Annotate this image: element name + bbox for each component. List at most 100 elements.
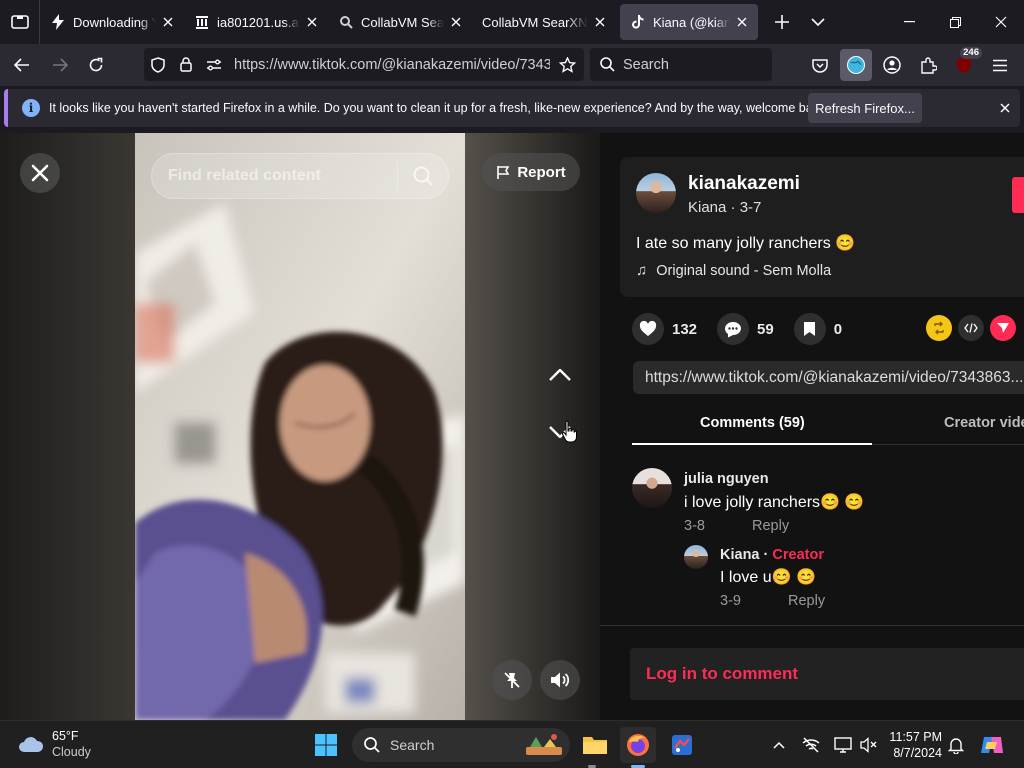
previous-video-chevron-up-icon[interactable]: [540, 355, 580, 395]
account-icon[interactable]: [876, 49, 908, 81]
commenter-avatar[interactable]: [632, 468, 672, 508]
tab-searx[interactable]: CollabVM SearX: [328, 4, 472, 40]
display-icon[interactable]: [831, 733, 855, 757]
tracking-shield-icon[interactable]: [144, 48, 172, 81]
ublock-icon[interactable]: 246: [948, 47, 982, 81]
meta-separator: ·: [726, 199, 740, 216]
find-related-placeholder: Find related content: [168, 167, 321, 184]
save-button[interactable]: 0: [793, 313, 843, 345]
tab-strip: Downloading YT ia801201.us.arch CollabVM…: [0, 0, 1024, 44]
reply-button[interactable]: Reply: [788, 593, 825, 609]
commenter-name[interactable]: julia nguyen: [684, 471, 769, 487]
minimize-icon[interactable]: [886, 0, 932, 44]
tab-archive[interactable]: ia801201.us.arch: [184, 4, 328, 40]
action-bar: 132 59 0: [632, 313, 862, 345]
comment-button[interactable]: 59: [717, 313, 774, 345]
list-all-tabs-button[interactable]: [800, 4, 836, 40]
url-text: https://www.tiktok.com/@kianakazemi/vide…: [234, 56, 550, 73]
tab-title: Kiana (@kianakazemi: [653, 14, 730, 30]
url-bar[interactable]: https://www.tiktok.com/@kianakazemi/vide…: [144, 48, 584, 81]
video-player[interactable]: [135, 133, 465, 720]
show-hidden-icons-chevron-icon[interactable]: [767, 733, 791, 757]
tab-title: ia801201.us.arch: [217, 14, 300, 30]
login-to-comment-button[interactable]: Log in to comment: [630, 648, 1024, 700]
close-window-icon[interactable]: [978, 0, 1024, 44]
reply-avatar[interactable]: [684, 545, 708, 569]
floating-player-button[interactable]: [492, 660, 532, 700]
active-tab-underline: [632, 443, 872, 445]
reply-author-separator: ·: [759, 547, 773, 563]
copy-link-field[interactable]: https://www.tiktok.com/@kianakazemi/vide…: [633, 361, 1024, 394]
tab-creator-videos[interactable]: Creator videos: [944, 415, 1024, 431]
reply-button[interactable]: Reply: [752, 518, 789, 534]
save-count: 0: [833, 320, 843, 338]
extensions-puzzle-icon[interactable]: [912, 49, 944, 81]
close-tab-icon[interactable]: [160, 14, 176, 30]
comment-tabs: Comments (59) Creator videos: [632, 407, 1024, 445]
refresh-firefox-button[interactable]: Refresh Firefox...: [808, 93, 922, 123]
tab-searxng[interactable]: CollabVM SearXNG: [472, 4, 616, 40]
report-button[interactable]: Report: [482, 153, 580, 191]
windows-taskbar: 65°F Cloudy Search 11:57 PM 8/7/2024: [0, 720, 1024, 768]
taskbar-search-placeholder: Search: [390, 737, 435, 753]
volume-button[interactable]: [540, 660, 580, 700]
archive-icon: [194, 14, 210, 30]
bolt-icon: [50, 14, 66, 30]
send-to-friends-icon[interactable]: [990, 315, 1016, 341]
tab-downloading[interactable]: Downloading YT: [40, 4, 184, 40]
weather-widget[interactable]: 65°F Cloudy: [18, 728, 91, 760]
notification-bell-icon[interactable]: [944, 733, 968, 757]
app-icon[interactable]: [664, 727, 700, 763]
close-tab-icon[interactable]: [304, 14, 320, 30]
repost-icon[interactable]: [926, 315, 952, 341]
new-tab-button[interactable]: [764, 4, 800, 40]
refresh-notification-bar: i It looks like you haven't started Fire…: [4, 89, 1020, 127]
author-username[interactable]: kianakazemi: [688, 173, 800, 195]
close-video-button[interactable]: [20, 153, 60, 193]
lock-icon[interactable]: [172, 48, 200, 81]
clock-time: 11:57 PM: [889, 730, 942, 744]
tab-tiktok[interactable]: Kiana (@kianakazemi: [620, 4, 758, 40]
search-placeholder: Search: [623, 56, 669, 73]
window-controls: [886, 0, 1024, 44]
menu-hamburger-icon[interactable]: [984, 49, 1016, 81]
report-label: Report: [517, 163, 566, 181]
reply-author[interactable]: Kiana: [720, 547, 760, 563]
embed-icon[interactable]: [958, 315, 984, 341]
file-explorer-icon[interactable]: [577, 727, 613, 763]
search-icon: [364, 737, 380, 753]
close-tab-icon[interactable]: [592, 14, 608, 30]
network-offline-icon[interactable]: [799, 733, 823, 757]
restore-icon[interactable]: [932, 0, 978, 44]
reload-icon[interactable]: [78, 47, 114, 83]
back-arrow-icon[interactable]: [4, 47, 40, 83]
creator-tag: Creator: [772, 547, 824, 563]
firefox-view-icon[interactable]: [0, 0, 40, 44]
firefox-icon[interactable]: [620, 727, 656, 763]
taskbar-search[interactable]: Search: [352, 728, 570, 762]
windows-start-icon[interactable]: [308, 727, 344, 763]
extension-globe-icon[interactable]: [840, 49, 872, 81]
comment-text: i love jolly ranchers😊 😊: [684, 494, 865, 511]
tab-comments[interactable]: Comments (59): [700, 415, 805, 431]
permissions-icon[interactable]: [200, 48, 228, 81]
bookmark-icon: [793, 313, 826, 345]
like-button[interactable]: 132: [632, 313, 697, 345]
forward-arrow-icon[interactable]: [42, 47, 78, 83]
post-music[interactable]: ♫ Original sound - Sem Molla: [636, 262, 831, 279]
find-related-search[interactable]: Find related content: [151, 153, 449, 199]
search-icon[interactable]: [398, 166, 448, 186]
tab-title: CollabVM SearX: [361, 14, 444, 30]
follow-button[interactable]: [1012, 177, 1024, 213]
pocket-icon[interactable]: [804, 49, 836, 81]
copilot-icon[interactable]: [974, 727, 1010, 763]
close-notification-icon[interactable]: [994, 97, 1016, 119]
volume-muted-icon[interactable]: [857, 733, 881, 757]
close-tab-icon[interactable]: [448, 14, 464, 30]
author-avatar[interactable]: [636, 173, 676, 213]
close-tab-icon[interactable]: [734, 14, 750, 30]
bookmark-star-icon[interactable]: [550, 48, 584, 81]
search-bar[interactable]: Search: [590, 48, 772, 81]
tab-title: CollabVM SearXNG: [482, 14, 588, 30]
clock[interactable]: 11:57 PM 8/7/2024: [884, 729, 942, 761]
